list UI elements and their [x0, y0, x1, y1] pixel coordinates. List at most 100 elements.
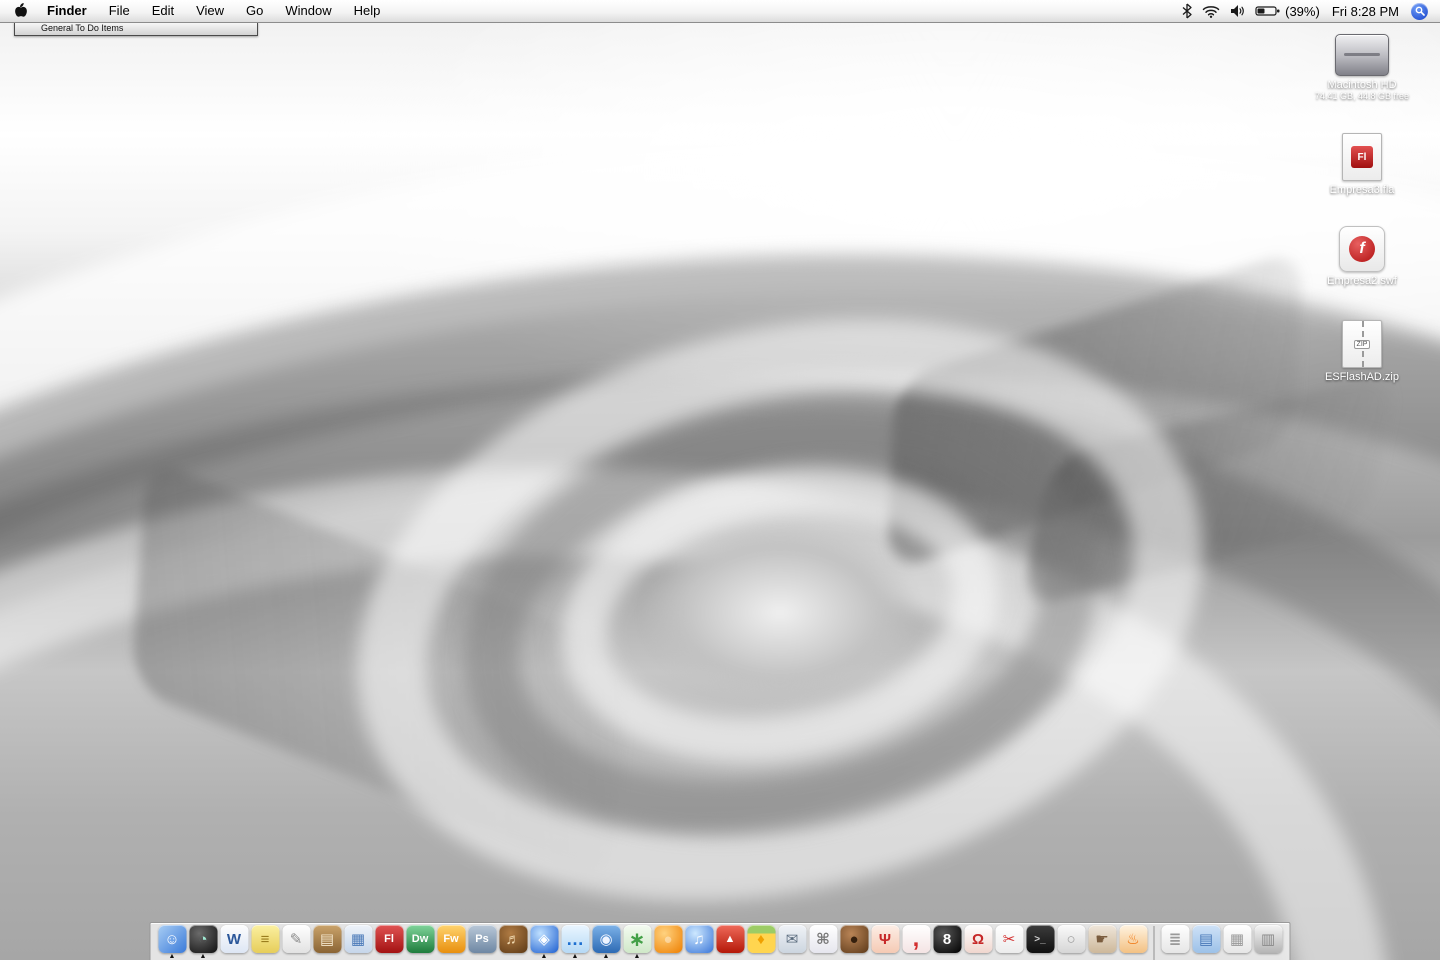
menu-bar-clock[interactable]: Fri 8:28 PM	[1332, 4, 1399, 19]
wallpaper-shape	[640, 520, 920, 705]
dock-doc-glyph: ≣	[1168, 931, 1182, 948]
dock-stickies[interactable]: ≡	[250, 925, 281, 960]
dock-app-glyph: ✎	[289, 931, 303, 948]
menu-view[interactable]: View	[185, 0, 235, 22]
dock-front-row[interactable]: ⌘	[808, 925, 839, 960]
icon-label: Empresa3.fla	[1329, 184, 1395, 196]
menu-list: Finder File Edit View Go Window Help	[36, 0, 391, 22]
dock-photoshop[interactable]: Ps	[467, 925, 498, 960]
dock-app-glyph: ☺	[164, 930, 180, 948]
running-indicator: ▲	[602, 953, 610, 960]
dock-notebook[interactable]: ▤	[312, 925, 343, 960]
dock-chili[interactable]: ,	[901, 925, 932, 960]
dock-flash[interactable]: Fl	[374, 925, 405, 960]
desktop-icon-empresa2-swf[interactable]: f Empresa2.swf	[1298, 226, 1426, 287]
dock-mouse[interactable]: ○	[1056, 925, 1087, 960]
dock-app-glyph: ⌘	[816, 931, 830, 948]
note-title: General To Do Items	[41, 23, 124, 33]
dock-dashboard[interactable]: ◔ ▲	[188, 925, 219, 960]
dock-app-glyph: ◉	[599, 931, 613, 948]
menu-window[interactable]: Window	[274, 0, 342, 22]
dock-garageband[interactable]: ♬	[498, 925, 529, 960]
fla-file-icon: Fl	[1342, 133, 1382, 181]
dock-photo-booth[interactable]: ◉ ▲	[591, 925, 622, 960]
dock-keychain[interactable]: Ω	[963, 925, 994, 960]
dock-app-glyph: Ps	[475, 933, 489, 945]
dock-scissors[interactable]: ✂	[994, 925, 1025, 960]
dock-preview[interactable]: ▦	[343, 925, 374, 960]
dock-app-glyph: ☛	[1095, 931, 1109, 948]
menu-finder[interactable]: Finder	[36, 0, 98, 22]
dock-terminal[interactable]: >_	[1025, 925, 1056, 960]
swf-file-icon: f	[1339, 226, 1385, 272]
menu-go[interactable]: Go	[235, 0, 274, 22]
dock-app-glyph: ○	[1066, 930, 1076, 948]
dock-app-glyph: ♫	[693, 930, 705, 948]
dock-lobster[interactable]: Ψ	[870, 925, 901, 960]
menu-edit[interactable]: Edit	[141, 0, 185, 22]
desktop-icon-empresa3-fla[interactable]: Fl Empresa3.fla	[1298, 133, 1426, 196]
bluetooth-icon[interactable]	[1182, 3, 1192, 19]
dock-itunes[interactable]: ♫	[684, 925, 715, 960]
flash-player-logo: f	[1349, 236, 1375, 262]
dock-textedit[interactable]: ✎	[281, 925, 312, 960]
dock-orange-app[interactable]: ●	[653, 925, 684, 960]
dock-word[interactable]: W	[219, 925, 250, 960]
airport-wifi-icon[interactable]	[1202, 4, 1220, 18]
dock-doc-list[interactable]: ▦	[1222, 925, 1253, 960]
dock-doc-glyph: ▦	[1229, 931, 1245, 948]
battery-indicator[interactable]: (39%)	[1255, 4, 1320, 19]
icon-label: ESFlashAD.zip	[1325, 371, 1399, 383]
menu-bar-status: (39%) Fri 8:28 PM	[1182, 2, 1440, 20]
dock-app-glyph: ▦	[350, 931, 366, 948]
dock-app-glyph: ∗	[628, 928, 646, 951]
icon-info: 74.41 GB, 44.8 GB free	[1314, 91, 1410, 101]
flash-logo: Fl	[1351, 146, 1373, 168]
menu-help[interactable]: Help	[343, 0, 392, 22]
dock-dreamweaver[interactable]: Dw	[405, 925, 436, 960]
dock-ichat[interactable]: … ▲	[560, 925, 591, 960]
dock-mail[interactable]: ✉	[777, 925, 808, 960]
dock-app-glyph: ♦	[757, 930, 765, 948]
dock-separator	[1153, 926, 1155, 960]
dock-pineapple[interactable]: ♦	[746, 925, 777, 960]
dock-ink[interactable]: ☛	[1087, 925, 1118, 960]
dock-safari[interactable]: ◈ ▲	[529, 925, 560, 960]
spotlight-icon[interactable]	[1411, 2, 1428, 20]
battery-percent: (39%)	[1285, 3, 1320, 19]
dock-app-glyph: …	[566, 928, 584, 949]
desktop-icon-esflashad-zip[interactable]: ZIP ESFlashAD.zip	[1298, 320, 1426, 383]
running-indicator: ▲	[571, 953, 579, 960]
menu-bar: Finder File Edit View Go Window Help (39…	[0, 0, 1440, 23]
menu-file[interactable]: File	[98, 0, 141, 22]
dock-trash[interactable]: ▥	[1253, 925, 1284, 960]
dock-app-glyph: ✉	[785, 931, 799, 948]
desktop-icon-macintosh-hd[interactable]: Macintosh HD 74.41 GB, 44.8 GB free	[1298, 34, 1426, 101]
dock-app-glyph: ▤	[319, 931, 335, 948]
dock-doc-glyph: ▥	[1260, 931, 1276, 948]
collapsed-note[interactable]: General To Do Items	[14, 22, 258, 36]
running-indicator: ▲	[168, 953, 176, 960]
desktop-wallpaper	[0, 0, 1440, 960]
dock-apps-section: ☺ ▲ ◔ ▲ W ≡ ✎ ▤ ▦ Fl Dw Fw Ps ♬ ◈ ▲ … ▲ …	[157, 925, 1149, 960]
dock-fireworks[interactable]: Fw	[436, 925, 467, 960]
dock-coconut[interactable]: ●	[839, 925, 870, 960]
dock-app-glyph: >_	[1034, 933, 1046, 945]
dock-eight-ball[interactable]: 8	[932, 925, 963, 960]
dock-app-glyph: 8	[942, 930, 952, 948]
dock-red-app[interactable]: ▲	[715, 925, 746, 960]
dock-app-glyph: Fl	[384, 933, 394, 945]
dock-folder-documents[interactable]: ▤	[1191, 925, 1222, 960]
dock-juicer[interactable]: ♨	[1118, 925, 1149, 960]
battery-icon	[1255, 6, 1280, 16]
volume-icon[interactable]	[1230, 4, 1245, 18]
dock-finder[interactable]: ☺ ▲	[157, 925, 188, 960]
dock-app-glyph: W	[226, 930, 242, 948]
icon-label: Macintosh HD	[1327, 79, 1397, 91]
dock-app-glyph: ●	[663, 930, 673, 948]
apple-menu[interactable]	[14, 3, 28, 19]
dock-iphoto[interactable]: ∗ ▲	[622, 925, 653, 960]
dock-doc-notes[interactable]: ≣	[1160, 925, 1191, 960]
dock-doc-glyph: ▤	[1198, 931, 1214, 948]
dock-app-glyph: ▲	[724, 933, 736, 945]
